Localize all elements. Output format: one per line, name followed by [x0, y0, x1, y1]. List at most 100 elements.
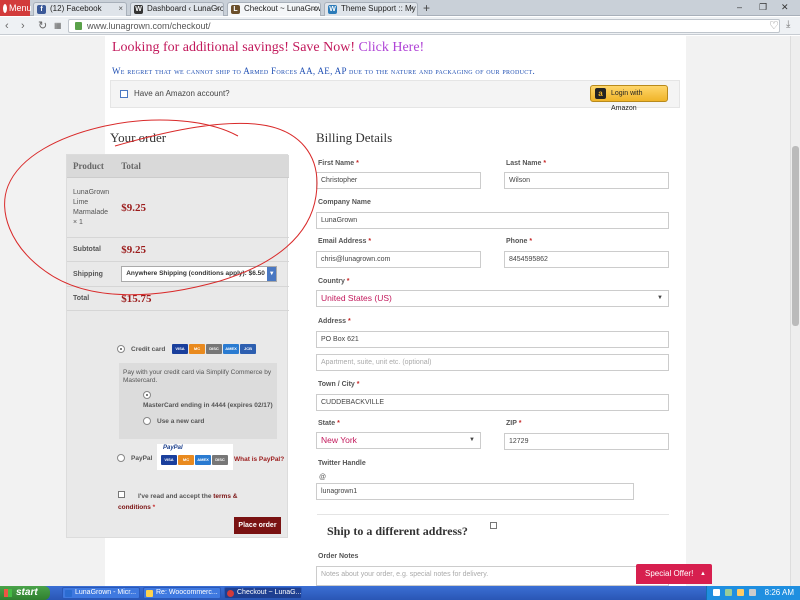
phone-field[interactable]: 8454595862 — [504, 251, 669, 268]
required-mark: * — [347, 318, 351, 325]
company-field[interactable]: LunaGrown — [316, 212, 669, 229]
label-text: Phone — [506, 238, 528, 245]
first-name-label: First Name * — [318, 160, 359, 167]
required-mark: * — [368, 238, 372, 245]
paypal-logo: PayPal — [163, 445, 183, 451]
browser-menu-button[interactable]: Menu — [0, 0, 32, 16]
order-item-row: LunaGrown Lime Marmalade × 1 $9.25 — [67, 177, 289, 238]
terms-prefix: I've read and accept the — [138, 493, 212, 500]
maximize-icon[interactable]: ❐ — [759, 2, 767, 13]
state-select[interactable]: New York ▼ — [316, 432, 481, 449]
card-brand-logos: VISA MC DISC AMEX JCB — [172, 344, 256, 354]
divider — [317, 514, 669, 515]
promo-banner: Looking for additional savings! Save Now… — [112, 40, 424, 56]
wordpress-icon: W — [328, 5, 337, 14]
windows-taskbar: start LunaGrown - Micr... Re: Woocommerc… — [0, 586, 800, 600]
order-notes-field[interactable]: Notes about your order, e.g. special not… — [316, 566, 669, 586]
facebook-icon: f — [37, 5, 46, 14]
login-with-amazon-button[interactable]: a Login with Amazon — [590, 85, 668, 112]
shipping-method-select[interactable]: Anywhere Shipping (conditions apply): $6… — [121, 266, 278, 282]
download-icon[interactable]: ⤓ — [786, 19, 790, 30]
zip-field[interactable]: 12729 — [504, 433, 669, 450]
tab-dashboard[interactable]: W Dashboard ‹ LunaGrown × — [130, 2, 224, 16]
country-select[interactable]: United States (US) ▼ — [316, 290, 669, 307]
address-bar: ‹ › ↻ ▦ www.lunagrown.com/checkout/ ♡ ⤓ — [0, 17, 800, 35]
back-icon[interactable]: ‹ — [5, 19, 9, 33]
amazon-login-bar: Have an Amazon account? a Login with Ama… — [110, 80, 680, 112]
shipping-option-text: Anywhere Shipping (conditions apply): $6… — [126, 270, 265, 277]
required-mark: * — [356, 381, 360, 388]
first-name-field[interactable]: Christopher — [316, 172, 481, 189]
reload-icon[interactable]: ↻ — [38, 19, 47, 33]
last-name-field[interactable]: Wilson — [504, 172, 669, 189]
zip-label: ZIP * — [506, 420, 521, 427]
promo-link[interactable]: Click Here! — [359, 40, 425, 55]
url-field[interactable]: www.lunagrown.com/checkout/ — [68, 19, 780, 33]
paypal-radio[interactable] — [117, 454, 125, 462]
your-order-heading: Your order — [110, 130, 167, 145]
company-label: Company Name — [318, 199, 371, 206]
page-scrollbar[interactable] — [790, 36, 800, 586]
tray-icon[interactable] — [725, 589, 732, 596]
address-label: Address * — [318, 318, 351, 325]
volume-icon[interactable] — [749, 589, 756, 596]
place-order-button[interactable]: Place order — [234, 517, 281, 534]
taskbar-item-woocommerce[interactable]: Re: Woocommerc... — [143, 587, 221, 599]
order-summary-panel: Product Total LunaGrown Lime Marmalade ×… — [66, 154, 289, 538]
speed-dial-icon[interactable]: ▦ — [54, 19, 62, 33]
tray-icon[interactable] — [713, 589, 720, 596]
close-tab-icon[interactable]: × — [215, 3, 220, 15]
email-field[interactable]: chris@lunagrown.com — [316, 251, 481, 268]
amex-icon: AMEX — [223, 344, 239, 354]
system-tray: 8:26 AM — [706, 586, 800, 600]
amazon-account-checkbox[interactable] — [120, 90, 128, 98]
saved-card-radio[interactable] — [143, 391, 151, 399]
tab-facebook[interactable]: f (12) Facebook × — [33, 2, 127, 16]
label-text: Email Address — [318, 238, 367, 245]
forward-icon[interactable]: › — [21, 19, 25, 33]
special-offer-button[interactable]: Special Offer! ▲ — [636, 564, 712, 584]
what-is-paypal-link[interactable]: What is PayPal? — [234, 456, 284, 463]
address-line2-field[interactable]: Apartment, suite, unit etc. (optional) — [316, 354, 669, 371]
taskbar-item-label: Re: Woocommerc... — [156, 589, 218, 596]
address-line1-field[interactable]: PO Box 621 — [316, 331, 669, 348]
taskbar-item-checkout[interactable]: Checkout ~ LunaG... — [224, 587, 302, 599]
ship-different-checkbox[interactable] — [490, 522, 497, 529]
special-offer-label: Special Offer! — [645, 569, 694, 578]
opera-logo-icon — [3, 3, 7, 13]
start-button[interactable]: start — [0, 586, 50, 600]
credit-card-radio[interactable] — [117, 345, 125, 353]
saved-card-label: MasterCard ending in 4444 (expires 02/17… — [143, 402, 273, 409]
taskbar-item-label: LunaGrown - Micr... — [75, 589, 137, 596]
browser-menu-label: Menu — [9, 3, 32, 13]
close-tab-icon[interactable]: × — [118, 3, 123, 15]
chevron-down-icon: ▼ — [469, 437, 475, 443]
taskbar-item-label: Checkout ~ LunaG... — [237, 589, 302, 596]
new-card-radio[interactable] — [143, 417, 151, 425]
required-mark: * — [356, 160, 359, 167]
close-tab-icon[interactable]: × — [409, 3, 414, 15]
order-item-total: $9.25 — [115, 177, 289, 238]
tray-icon[interactable] — [737, 589, 744, 596]
paypal-card-logos: VISA MC AMEX DISC — [161, 455, 228, 465]
close-tab-icon[interactable]: × — [312, 3, 317, 15]
bookmark-heart-icon[interactable]: ♡ — [769, 19, 779, 32]
minimize-icon[interactable]: – — [737, 2, 742, 12]
tab-label: Checkout ~ LunaGrown — [244, 4, 321, 13]
twitter-handle-field[interactable]: lunagrown1 — [316, 483, 634, 500]
scrollbar-thumb[interactable] — [792, 146, 799, 326]
tab-theme-support[interactable]: W Theme Support :: My Th × — [324, 2, 418, 16]
taskbar-item-lunagrown[interactable]: LunaGrown - Micr... — [62, 587, 140, 599]
lunagrown-icon: L — [231, 5, 240, 14]
shipping-row: Shipping Anywhere Shipping (conditions a… — [67, 261, 289, 287]
shipping-cell: Anywhere Shipping (conditions apply): $6… — [115, 261, 289, 287]
tab-checkout[interactable]: L Checkout ~ LunaGrown × — [227, 2, 321, 16]
mail-icon — [146, 590, 153, 597]
paypal-acceptance-mark: PayPal VISA MC AMEX DISC — [157, 444, 233, 470]
close-window-icon[interactable]: ✕ — [781, 2, 789, 13]
city-field[interactable]: CUDDEBACKVILLE — [316, 394, 669, 411]
tab-label: Dashboard ‹ LunaGrown — [147, 4, 224, 13]
visa-icon: VISA — [172, 344, 188, 354]
state-value: New York — [321, 435, 357, 445]
new-tab-button[interactable]: + — [423, 1, 430, 15]
